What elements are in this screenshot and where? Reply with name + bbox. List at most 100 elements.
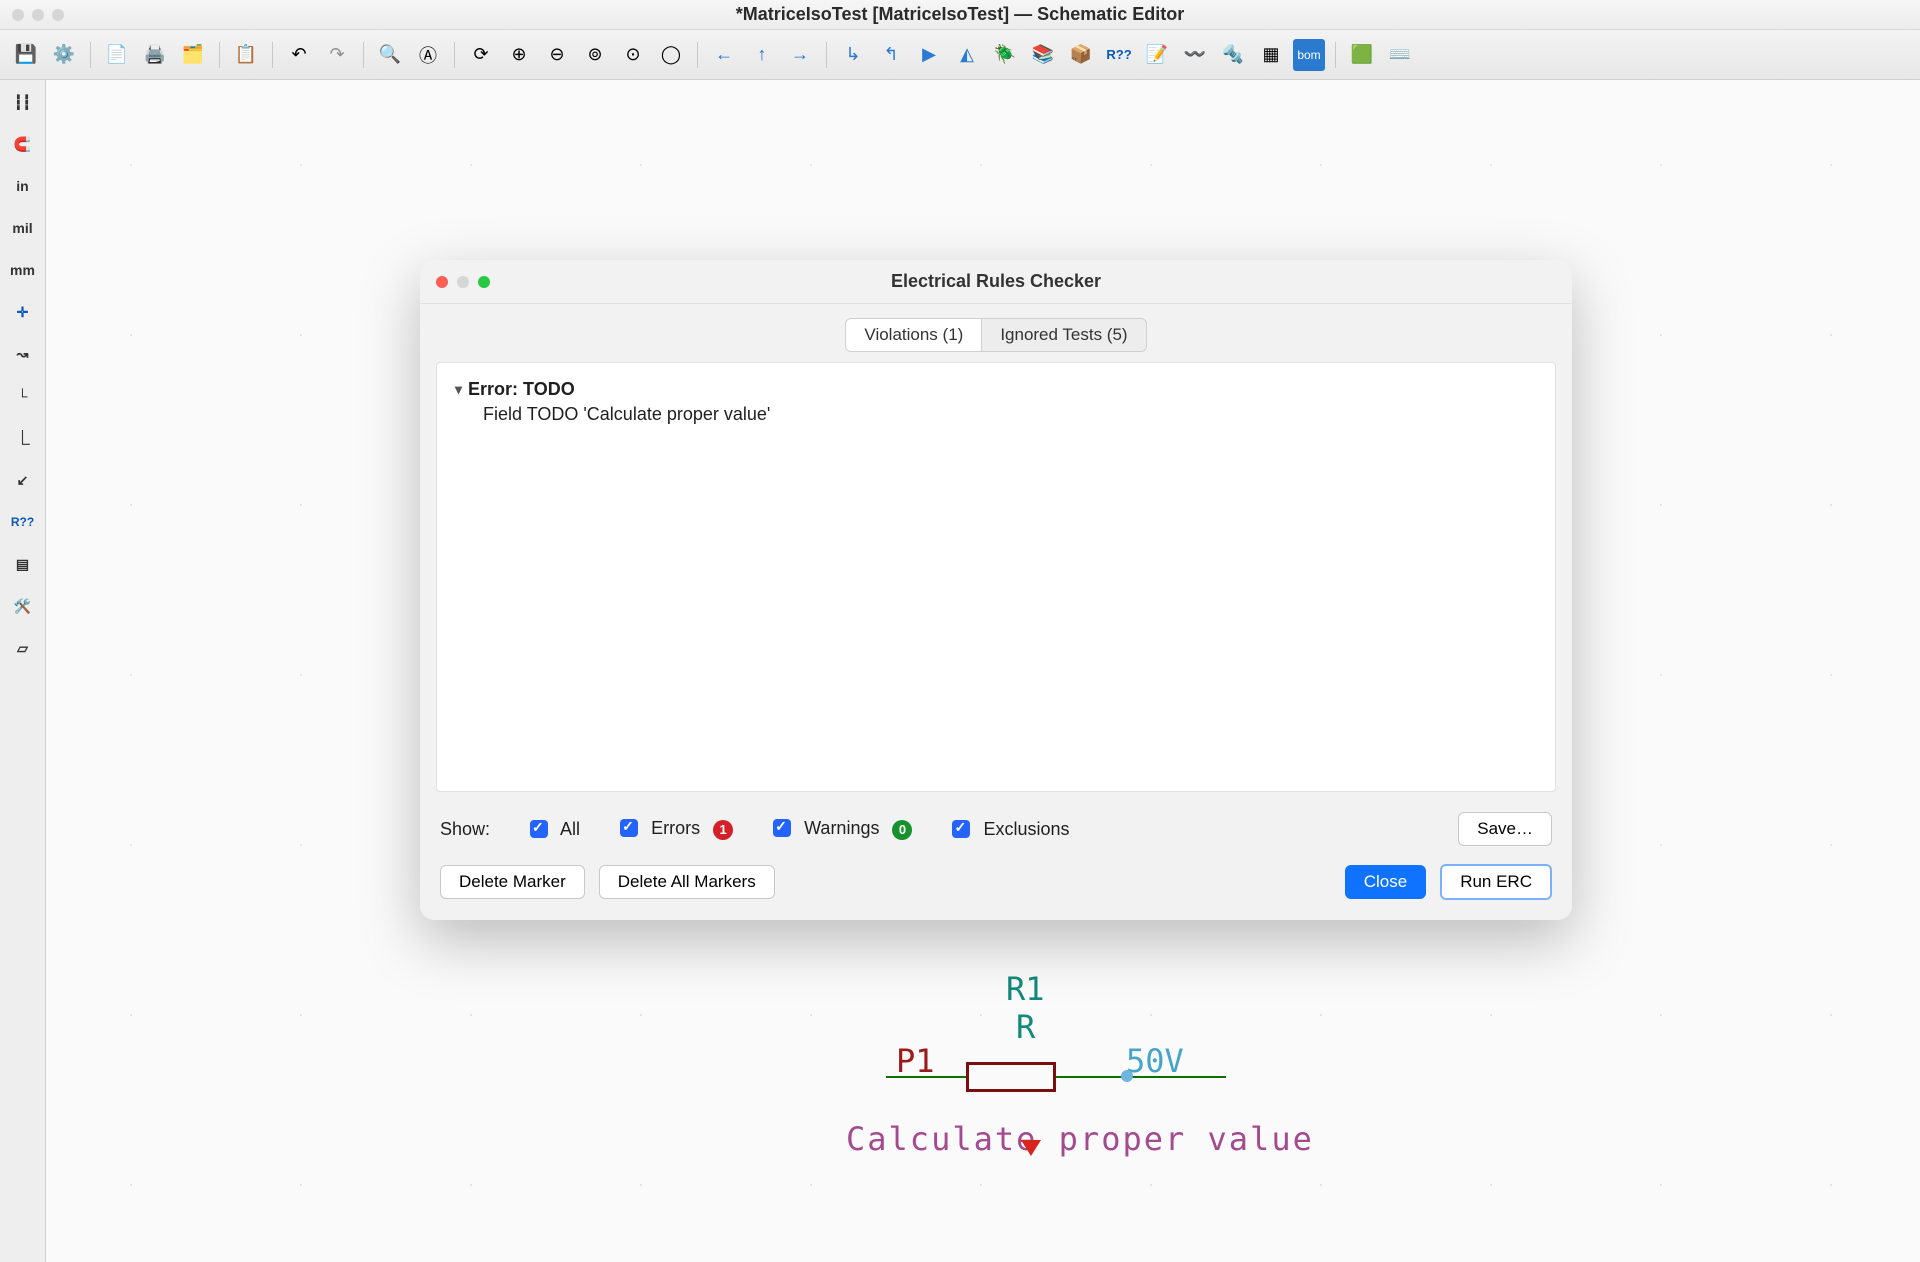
window-title: *MatriceIsoTest [MatriceIsoTest] — Schem… (0, 4, 1920, 25)
toolbar-separator (826, 42, 827, 68)
zoom-in-icon[interactable]: ⊕ (503, 39, 535, 71)
plot-icon[interactable]: 🗂️ (177, 39, 209, 71)
schematic-note-text[interactable]: Calculate proper value (846, 1120, 1314, 1158)
run-simulation-icon[interactable]: ▶ (913, 39, 945, 71)
wire-right[interactable] (1056, 1076, 1226, 1078)
run-erc-button[interactable]: Run ERC (1440, 864, 1552, 900)
net-label[interactable]: 50V (1126, 1042, 1184, 1080)
filter-warnings[interactable]: Warnings 0 (773, 818, 912, 840)
violation-title: Error: TODO (468, 379, 575, 400)
filter-all[interactable]: All (530, 819, 580, 840)
line-icon[interactable]: ↙ (5, 462, 41, 498)
units-inches[interactable]: in (5, 168, 41, 204)
toolbar-separator (219, 42, 220, 68)
schematic-setup-icon[interactable]: ⚙️ (48, 39, 80, 71)
snap-icon[interactable]: 🧲 (5, 126, 41, 162)
cursor-full-icon[interactable]: ✛ (5, 294, 41, 330)
filter-row: Show: All Errors 1 Warnings 0 Exclusions… (420, 802, 1572, 850)
show-ratsnest-icon[interactable]: └ (5, 378, 41, 414)
curve-icon[interactable]: ⎿ (5, 420, 41, 456)
resistor-body[interactable] (966, 1062, 1056, 1092)
generate-bom-icon[interactable]: bom (1293, 39, 1325, 71)
save-icon[interactable]: 💾 (10, 39, 42, 71)
dialog-titlebar: Electrical Rules Checker (420, 260, 1572, 304)
zoom-objects-icon[interactable]: ◯ (655, 39, 687, 71)
violation-item-header[interactable]: ▾ Error: TODO (455, 379, 1537, 400)
refresh-icon[interactable]: ⟳ (465, 39, 497, 71)
filter-all-label: All (560, 819, 580, 839)
component-reference[interactable]: R1 (1006, 970, 1045, 1008)
filter-exclusions-checkbox[interactable] (952, 820, 970, 838)
nav-forward-icon[interactable]: → (784, 39, 816, 71)
close-button[interactable]: Close (1345, 865, 1426, 899)
toolbar-separator (1335, 42, 1336, 68)
symbol-library-icon[interactable]: 📚 (1027, 39, 1059, 71)
filter-warnings-checkbox[interactable] (773, 819, 791, 837)
tab-violations[interactable]: Violations (1) (845, 318, 982, 352)
tab-ignored-tests[interactable]: Ignored Tests (5) (982, 318, 1146, 352)
dialog-actions: Delete Marker Delete All Markers Close R… (420, 850, 1572, 920)
show-label: Show: (440, 819, 490, 840)
save-button[interactable]: Save… (1458, 812, 1552, 846)
reference-display-icon[interactable]: R?? (5, 504, 41, 540)
erc-icon[interactable]: 🪲 (989, 39, 1021, 71)
pin-label[interactable]: P1 (896, 1042, 935, 1080)
find-icon[interactable]: 🔍 (374, 39, 406, 71)
mirror-icon[interactable]: ◭ (951, 39, 983, 71)
warnings-count-badge: 0 (892, 820, 912, 840)
nav-back-icon[interactable]: ← (708, 39, 740, 71)
undo-icon[interactable]: ↶ (283, 39, 315, 71)
preferences-icon[interactable]: 🛠️ (5, 588, 41, 624)
toolbar-separator (272, 42, 273, 68)
update-fields-icon[interactable]: 📝 (1141, 39, 1173, 71)
component-value-letter[interactable]: R (1016, 1008, 1035, 1046)
wire-left[interactable] (886, 1076, 966, 1078)
filter-errors-checkbox[interactable] (620, 819, 638, 837)
annotate-icon[interactable]: R?? (1103, 39, 1135, 71)
scripting-console-icon[interactable]: ⌨️ (1384, 39, 1416, 71)
find-replace-icon[interactable]: Ⓐ (412, 39, 444, 71)
delete-all-markers-button[interactable]: Delete All Markers (599, 865, 775, 899)
nav-up-icon[interactable]: ↑ (746, 39, 778, 71)
toolbar-separator (697, 42, 698, 68)
delete-marker-button[interactable]: Delete Marker (440, 865, 585, 899)
filter-errors-label: Errors (651, 818, 700, 838)
dialog-tab-bar: Violations (1) Ignored Tests (5) (420, 304, 1572, 362)
simulator-icon[interactable]: 〰️ (1179, 39, 1211, 71)
assign-footprints-icon[interactable]: 🔩 (1217, 39, 1249, 71)
enter-sheet-icon[interactable]: ↳ (837, 39, 869, 71)
filter-errors[interactable]: Errors 1 (620, 818, 733, 840)
bom-table-icon[interactable]: ▦ (1255, 39, 1287, 71)
toolbar-separator (454, 42, 455, 68)
chevron-down-icon[interactable]: ▾ (455, 381, 462, 398)
erc-dialog: Electrical Rules Checker Violations (1) … (420, 260, 1572, 920)
background-icon[interactable]: ▱ (5, 630, 41, 666)
hierarchy-icon[interactable]: ▤ (5, 546, 41, 582)
grid-dots-icon[interactable]: ┇┇ (5, 84, 41, 120)
hidden-pins-icon[interactable]: ↝ (5, 336, 41, 372)
pcb-editor-icon[interactable]: 🟩 (1346, 39, 1378, 71)
units-mils[interactable]: mil (5, 210, 41, 246)
toolbar-separator (363, 42, 364, 68)
zoom-selection-icon[interactable]: ⊙ (617, 39, 649, 71)
erc-marker-icon[interactable] (1021, 1140, 1041, 1156)
zoom-out-icon[interactable]: ⊖ (541, 39, 573, 71)
top-toolbar: 💾 ⚙️ 📄 🖨️ 🗂️ 📋 ↶ ↷ 🔍 Ⓐ ⟳ ⊕ ⊖ ⊚ ⊙ ◯ ← ↑ →… (0, 30, 1920, 80)
redo-icon[interactable]: ↷ (321, 39, 353, 71)
units-mm[interactable]: mm (5, 252, 41, 288)
print-icon[interactable]: 🖨️ (139, 39, 171, 71)
filter-all-checkbox[interactable] (530, 820, 548, 838)
footprint-library-icon[interactable]: 📦 (1065, 39, 1097, 71)
junction-dot[interactable] (1121, 1070, 1133, 1082)
filter-exclusions[interactable]: Exclusions (952, 819, 1069, 840)
left-sidebar: ┇┇ 🧲 in mil mm ✛ ↝ └ ⎿ ↙ R?? ▤ 🛠️ ▱ (0, 80, 46, 1262)
main-window-titlebar: *MatriceIsoTest [MatriceIsoTest] — Schem… (0, 0, 1920, 30)
filter-exclusions-label: Exclusions (984, 819, 1070, 839)
zoom-fit-icon[interactable]: ⊚ (579, 39, 611, 71)
violations-list[interactable]: ▾ Error: TODO Field TODO 'Calculate prop… (436, 362, 1556, 792)
page-settings-icon[interactable]: 📄 (101, 39, 133, 71)
violation-detail[interactable]: Field TODO 'Calculate proper value' (455, 404, 1537, 425)
leave-sheet-icon[interactable]: ↰ (875, 39, 907, 71)
paste-icon[interactable]: 📋 (230, 39, 262, 71)
errors-count-badge: 1 (713, 820, 733, 840)
